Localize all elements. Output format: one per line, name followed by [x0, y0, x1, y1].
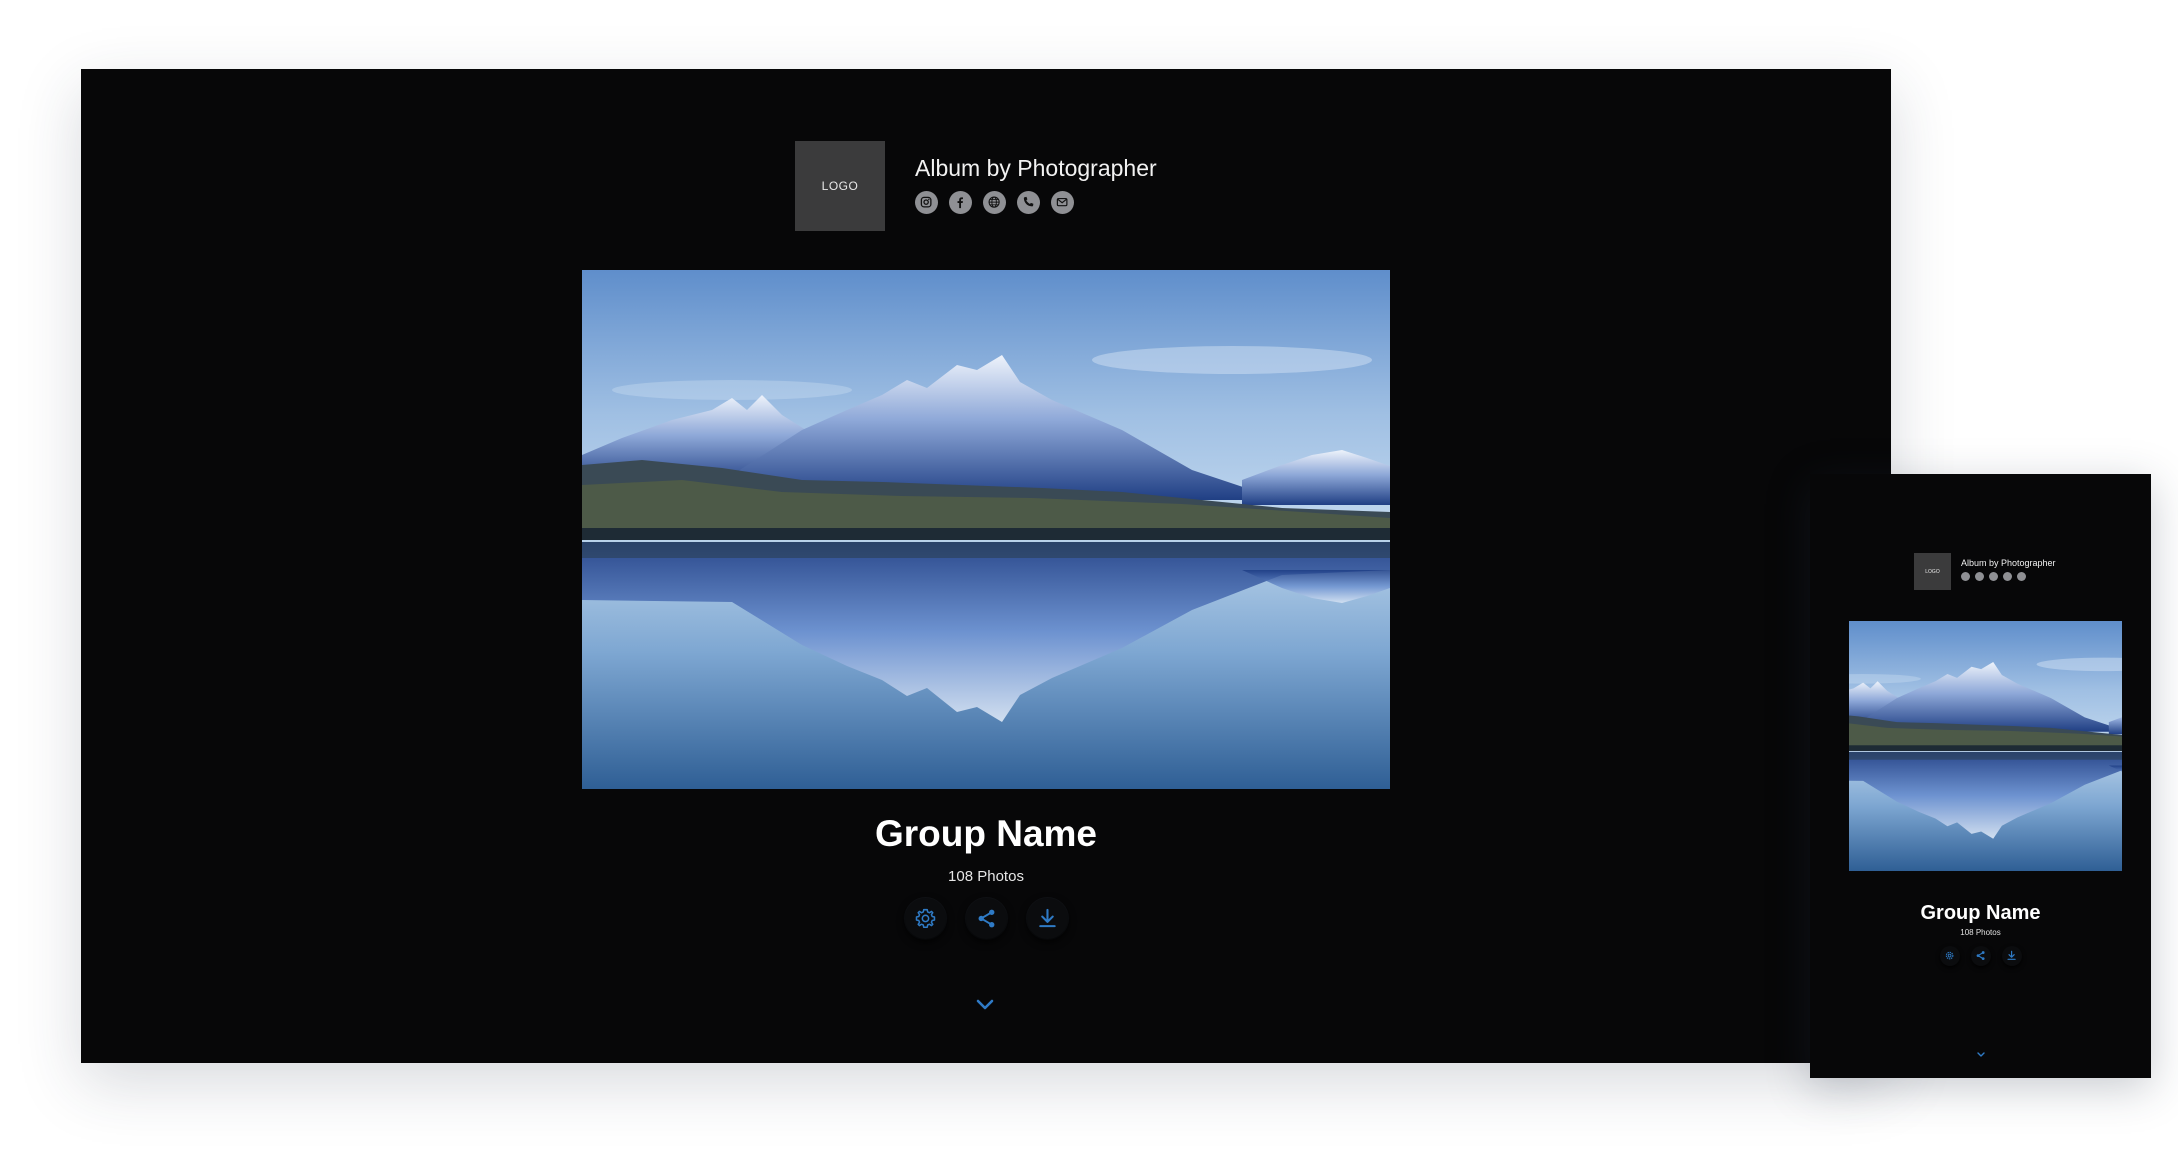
action-bar	[1810, 946, 2151, 966]
photo-count: 108 Photos	[1960, 928, 2001, 937]
mockup-stage: LOGO Album by Photographer Group Name 10…	[0, 0, 2178, 1155]
facebook-icon[interactable]	[1975, 572, 1984, 581]
email-icon[interactable]	[2017, 572, 2026, 581]
share-button[interactable]	[965, 898, 1007, 939]
phone-icon[interactable]	[1017, 191, 1040, 214]
download-icon	[2007, 951, 2016, 961]
share-icon	[1976, 951, 1985, 961]
mountain-lake-image	[582, 270, 1390, 789]
action-bar	[81, 898, 1891, 939]
settings-icon	[1945, 952, 1954, 960]
group-name: Group Name	[1920, 902, 2041, 924]
logo-placeholder: LOGO	[795, 141, 885, 231]
phone-icon[interactable]	[2003, 572, 2012, 581]
instagram-icon[interactable]	[915, 191, 938, 214]
photo-count: 108 Photos	[948, 868, 1024, 885]
settings-button[interactable]	[1939, 946, 1960, 966]
download-icon	[1038, 908, 1056, 928]
album-title: Album by Photographer	[1961, 558, 2056, 568]
website-icon[interactable]	[983, 191, 1006, 214]
cover-photo[interactable]	[582, 270, 1390, 789]
instagram-icon[interactable]	[1961, 572, 1970, 581]
chevron-down-icon[interactable]	[970, 995, 1000, 1015]
logo-placeholder: LOGO	[1914, 553, 1951, 590]
settings-icon	[915, 908, 935, 929]
desktop-album-view: LOGO Album by Photographer Group Name 10…	[81, 69, 1891, 1063]
facebook-icon[interactable]	[949, 191, 972, 214]
social-links	[1961, 572, 2026, 581]
download-button[interactable]	[1026, 898, 1068, 939]
album-title: Album by Photographer	[915, 155, 1157, 181]
share-icon	[978, 909, 994, 928]
website-icon[interactable]	[1989, 572, 1998, 581]
social-links	[915, 191, 1074, 214]
settings-button[interactable]	[904, 898, 946, 939]
cover-photo[interactable]	[1849, 621, 2122, 871]
share-button[interactable]	[1970, 946, 1991, 966]
mobile-album-view: LOGO Album by Photographer Group Name 10…	[1810, 474, 2151, 1078]
group-name: Group Name	[874, 813, 1098, 854]
chevron-down-icon[interactable]	[1975, 1051, 1987, 1059]
mountain-lake-image	[1849, 621, 2122, 871]
download-button[interactable]	[2001, 946, 2022, 966]
email-icon[interactable]	[1051, 191, 1074, 214]
